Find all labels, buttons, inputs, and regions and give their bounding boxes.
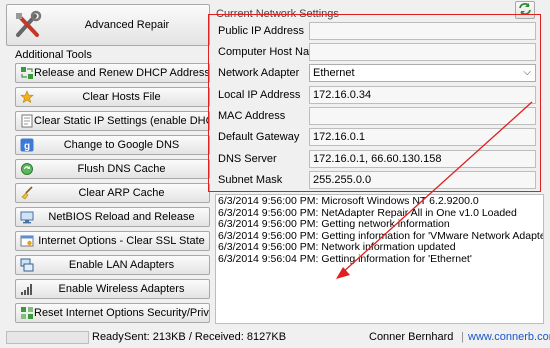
clear-arp-cache-button[interactable]: Clear ARP Cache xyxy=(15,183,210,203)
clear-arp-cache-label: Clear ARP Cache xyxy=(78,187,165,199)
tools-icon xyxy=(11,8,45,42)
reset-security-icon xyxy=(20,306,34,320)
google-icon: g xyxy=(20,138,34,152)
log-line: 6/3/2014 9:56:00 PM: Microsoft Windows N… xyxy=(218,195,479,207)
website-link[interactable]: www.connerb.com xyxy=(468,331,550,344)
status-separator: | xyxy=(461,331,464,343)
log-line: 6/3/2014 9:56:04 PM: Getting information… xyxy=(218,252,472,265)
reset-internet-security-label: Reset Internet Options Security/Privacy xyxy=(34,307,209,319)
additional-tools-label: Additional Tools xyxy=(15,49,92,61)
enable-wireless-adapters-label: Enable Wireless Adapters xyxy=(58,283,185,295)
enable-lan-adapters-button[interactable]: Enable LAN Adapters xyxy=(15,255,210,275)
progress-bar xyxy=(6,331,89,344)
status-ready: Ready xyxy=(92,331,124,343)
reset-internet-security-button[interactable]: Reset Internet Options Security/Privacy xyxy=(15,303,210,323)
clear-static-ip-label: Clear Static IP Settings (enable DHCP) xyxy=(34,115,209,127)
netbios-icon xyxy=(20,210,34,224)
lan-adapter-icon xyxy=(20,258,34,272)
internet-options-icon xyxy=(20,234,34,248)
wireless-icon xyxy=(20,282,34,296)
advanced-repair-label: Advanced Repair xyxy=(84,19,170,31)
hosts-file-icon xyxy=(20,90,34,104)
enable-lan-adapters-label: Enable LAN Adapters xyxy=(68,259,175,271)
log-output[interactable]: 6/3/2014 9:56:00 PM: Microsoft Windows N… xyxy=(215,194,544,324)
clear-hosts-file-label: Clear Hosts File xyxy=(82,91,161,103)
change-google-dns-button[interactable]: g Change to Google DNS xyxy=(15,135,210,155)
svg-text:g: g xyxy=(24,141,30,152)
clear-ssl-state-button[interactable]: Internet Options - Clear SSL State xyxy=(15,231,210,251)
release-renew-dhcp-button[interactable]: Release and Renew DHCP Address xyxy=(15,63,210,83)
flush-dns-cache-button[interactable]: Flush DNS Cache xyxy=(15,159,210,179)
flush-dns-cache-label: Flush DNS Cache xyxy=(77,163,166,175)
status-traffic: Sent: 213KB / Received: 8127KB xyxy=(124,331,287,343)
network-renew-icon xyxy=(20,66,34,80)
netbios-reload-label: NetBIOS Reload and Release xyxy=(48,211,195,223)
clear-static-ip-button[interactable]: Clear Static IP Settings (enable DHCP) xyxy=(15,111,210,131)
enable-wireless-adapters-button[interactable]: Enable Wireless Adapters xyxy=(15,279,210,299)
netbios-reload-button[interactable]: NetBIOS Reload and Release xyxy=(15,207,210,227)
change-google-dns-label: Change to Google DNS xyxy=(63,139,180,151)
status-author: Conner Bernhard xyxy=(369,331,454,343)
release-renew-dhcp-label: Release and Renew DHCP Address xyxy=(34,67,209,79)
flush-icon xyxy=(20,162,34,176)
clear-ssl-state-label: Internet Options - Clear SSL State xyxy=(38,235,205,247)
network-settings-highlight xyxy=(208,14,541,192)
clear-hosts-file-button[interactable]: Clear Hosts File xyxy=(15,87,210,107)
broom-icon xyxy=(20,186,34,200)
advanced-repair-button[interactable]: Advanced Repair xyxy=(6,4,210,46)
document-icon xyxy=(20,114,34,128)
